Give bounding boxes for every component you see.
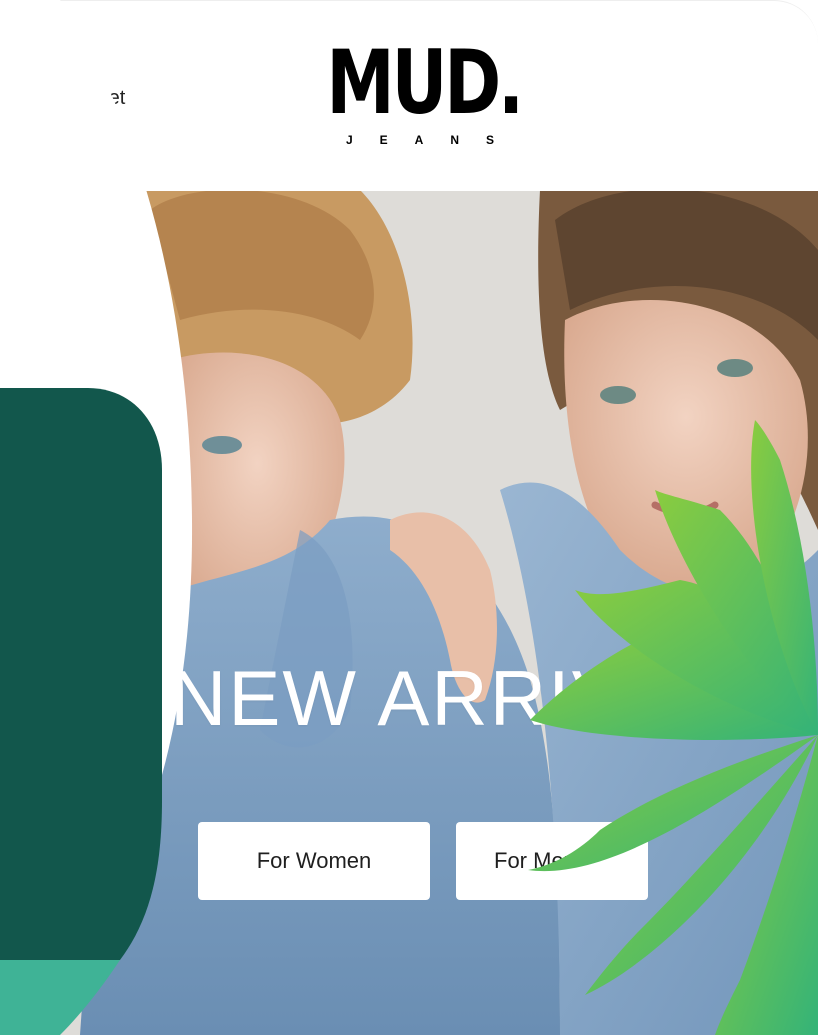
- page: NEW ARRIVALS For Women For Men Outlet MU…: [0, 0, 818, 1035]
- leaf-burst-icon: [528, 420, 818, 1035]
